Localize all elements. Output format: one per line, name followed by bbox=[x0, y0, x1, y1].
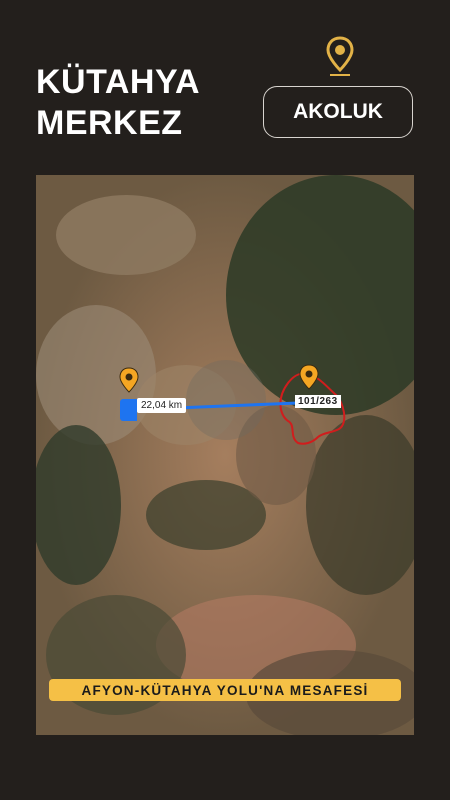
road-label: 101/263 bbox=[295, 395, 341, 408]
route-start-marker bbox=[120, 399, 137, 421]
title-line-2: MERKEZ bbox=[36, 104, 183, 142]
map-caption: AFYON-KÜTAHYA YOLU'NA MESAFESİ bbox=[49, 679, 401, 701]
location-pin-icon bbox=[326, 36, 354, 76]
location-button[interactable]: AKOLUK bbox=[263, 86, 413, 138]
page-title: KÜTAHYA MERKEZ bbox=[36, 62, 200, 144]
satellite-map[interactable] bbox=[36, 175, 414, 735]
map-terrain bbox=[36, 175, 414, 735]
distance-label: 22,04 km bbox=[137, 398, 187, 413]
watermark-logo bbox=[186, 360, 266, 440]
title-line-1: KÜTAHYA bbox=[36, 63, 201, 101]
